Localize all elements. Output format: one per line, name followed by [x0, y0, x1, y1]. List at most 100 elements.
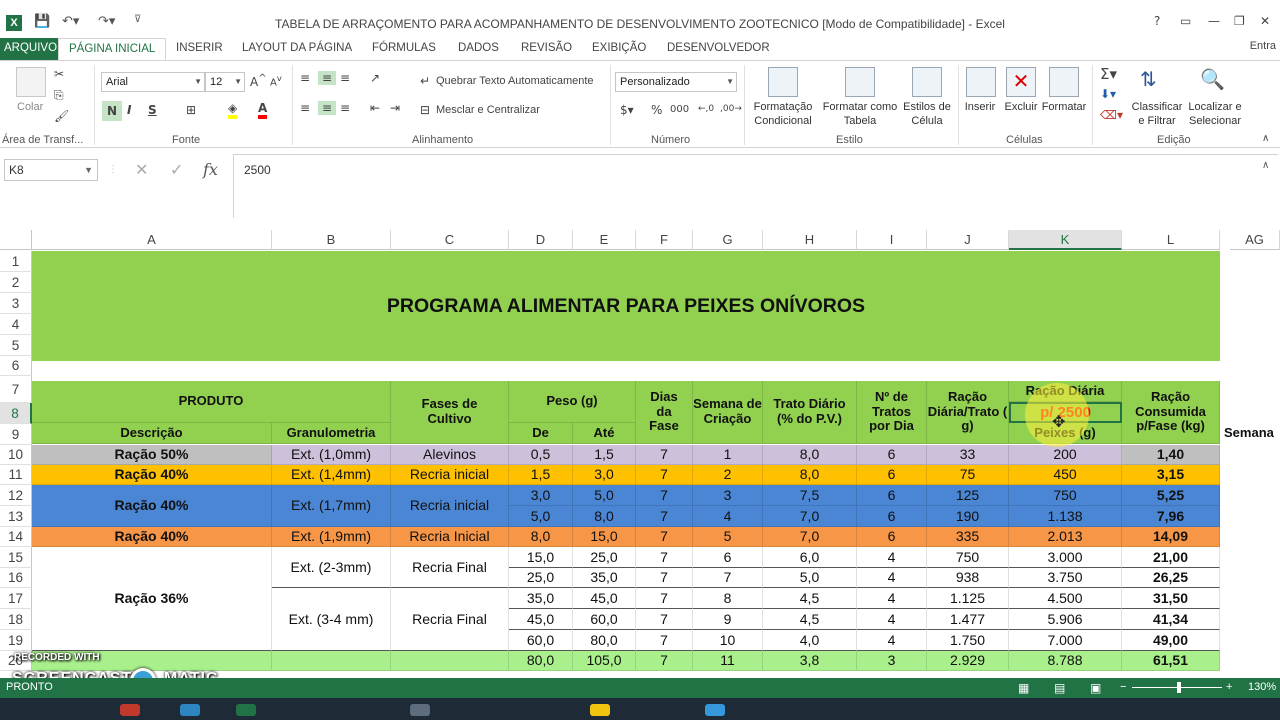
cell-b20[interactable] [272, 651, 391, 671]
cell-h17[interactable]: 4,5 [763, 588, 857, 609]
cell-i10[interactable]: 6 [857, 445, 927, 465]
row-header-6[interactable]: 6 [0, 356, 32, 376]
row-header-2[interactable]: 2 [0, 272, 32, 293]
cell-a15[interactable]: Ração 36% [32, 547, 272, 651]
header-ntratos[interactable]: Nº de Tratos por Dia [857, 381, 927, 444]
cell-b17[interactable]: Ext. (3-4 mm) [272, 588, 391, 651]
tab-formulas[interactable]: FÓRMULAS [362, 38, 446, 60]
cell-f15[interactable]: 7 [636, 547, 693, 568]
format-cells-button[interactable]: Formatar [1040, 100, 1088, 114]
delete-cells-icon[interactable]: ✕ [1006, 67, 1036, 97]
header-consumida[interactable]: Ração Consumida p/Fase (kg) [1122, 381, 1220, 444]
orientation-icon[interactable]: ↗ [370, 71, 380, 85]
maximize-button[interactable]: ❐ [1234, 14, 1245, 28]
cell-f10[interactable]: 7 [636, 445, 693, 465]
cell-f18[interactable]: 7 [636, 609, 693, 630]
align-center-icon[interactable]: ≡ [318, 101, 336, 115]
column-header-g[interactable]: G [693, 230, 763, 250]
cell-i19[interactable]: 4 [857, 630, 927, 651]
cell-l20[interactable]: 61,51 [1122, 651, 1220, 671]
borders-icon[interactable]: ⊞ [186, 103, 196, 117]
cell-g17[interactable]: 8 [693, 588, 763, 609]
cell-h18[interactable]: 4,5 [763, 609, 857, 630]
cell-f17[interactable]: 7 [636, 588, 693, 609]
column-header-f[interactable]: F [636, 230, 693, 250]
cell-k18[interactable]: 5.906 [1009, 609, 1122, 630]
cell-i15[interactable]: 4 [857, 547, 927, 568]
cell-styles-button[interactable]: Estilos de Célula [898, 100, 956, 128]
cell-e20[interactable]: 105,0 [573, 651, 636, 671]
zoom-slider-thumb[interactable] [1177, 682, 1181, 693]
cell-k14[interactable]: 2.013 [1009, 527, 1122, 547]
cell-g20[interactable]: 11 [693, 651, 763, 671]
cell-e16[interactable]: 35,0 [573, 568, 636, 588]
cell-h11[interactable]: 8,0 [763, 465, 857, 485]
page-break-icon[interactable]: ▣ [1090, 681, 1101, 695]
cell-f19[interactable]: 7 [636, 630, 693, 651]
copy-icon[interactable]: ⎘ [54, 88, 64, 103]
page-layout-icon[interactable]: ▤ [1054, 681, 1065, 695]
cell-j11[interactable]: 75 [927, 465, 1009, 485]
tab-pagina-inicial[interactable]: PÁGINA INICIAL [58, 38, 167, 60]
format-cells-icon[interactable] [1049, 67, 1079, 97]
cell-i12[interactable]: 6 [857, 485, 927, 506]
cell-g11[interactable]: 2 [693, 465, 763, 485]
cell-i17[interactable]: 4 [857, 588, 927, 609]
header-produto[interactable]: PRODUTO [32, 381, 391, 423]
select-all-corner[interactable] [0, 230, 32, 250]
cell-j17[interactable]: 1.125 [927, 588, 1009, 609]
font-size-select[interactable]: 12 ▼ [205, 72, 245, 92]
cell-b15[interactable]: Ext. (2-3mm) [272, 547, 391, 588]
cell-g15[interactable]: 6 [693, 547, 763, 568]
cell-g10[interactable]: 1 [693, 445, 763, 465]
cell-l14[interactable]: 14,09 [1122, 527, 1220, 547]
cell-c14[interactable]: Recria Inicial [391, 527, 509, 547]
column-header-i[interactable]: I [857, 230, 927, 250]
cell-f11[interactable]: 7 [636, 465, 693, 485]
taskbar-excel-icon[interactable] [236, 704, 256, 716]
row-header-8[interactable]: 8 [0, 403, 32, 424]
insert-cells-button[interactable]: Inserir [960, 100, 1000, 114]
expand-formula-icon[interactable]: ∧ [1262, 160, 1269, 171]
shrink-font-icon[interactable]: Av [270, 73, 282, 88]
cell-f20[interactable]: 7 [636, 651, 693, 671]
zoom-in-icon[interactable]: + [1226, 681, 1232, 693]
cell-a11[interactable]: Ração 40% [32, 465, 272, 485]
row-header-9[interactable]: 9 [0, 424, 32, 445]
cell-a10[interactable]: Ração 50% [32, 445, 272, 465]
row-header-13[interactable]: 13 [0, 506, 32, 527]
header-ate[interactable]: Até [573, 423, 636, 444]
header-descricao[interactable]: Descrição [32, 423, 272, 444]
paste-button[interactable]: Colar [17, 101, 43, 113]
cell-d19[interactable]: 60,0 [509, 630, 573, 651]
cell-f14[interactable]: 7 [636, 527, 693, 547]
row-header-17[interactable]: 17 [0, 588, 32, 609]
cell-g19[interactable]: 10 [693, 630, 763, 651]
close-button[interactable]: ✕ [1260, 14, 1270, 28]
cell-d20[interactable]: 80,0 [509, 651, 573, 671]
header-trato[interactable]: Trato Diário (% do P.V.) [763, 381, 857, 444]
cell-c10[interactable]: Alevinos [391, 445, 509, 465]
name-box[interactable]: K8 ▼ [4, 159, 98, 181]
tab-exibicao[interactable]: EXIBIÇÃO [582, 38, 656, 60]
ribbon-display-button[interactable]: ▭ [1180, 14, 1191, 28]
row-header-10[interactable]: 10 [0, 445, 32, 465]
merge-center-button[interactable]: Mesclar e Centralizar [436, 104, 540, 116]
autosum-icon[interactable]: Σ▾ [1100, 65, 1117, 83]
row-header-4[interactable]: 4 [0, 314, 32, 335]
cell-h16[interactable]: 5,0 [763, 568, 857, 588]
align-middle-icon[interactable]: ≡ [318, 71, 336, 85]
cell-c11[interactable]: Recria inicial [391, 465, 509, 485]
thousands-button[interactable]: 000 [670, 104, 689, 115]
minimize-button[interactable]: — [1208, 14, 1220, 28]
cell-h14[interactable]: 7,0 [763, 527, 857, 547]
column-header-h[interactable]: H [763, 230, 857, 250]
cell-h13[interactable]: 7,0 [763, 506, 857, 527]
number-format-select[interactable]: Personalizado ▼ [615, 72, 737, 92]
cell-i18[interactable]: 4 [857, 609, 927, 630]
cell-k19[interactable]: 7.000 [1009, 630, 1122, 651]
row-header-1[interactable]: 1 [0, 251, 32, 272]
italic-button[interactable]: I [127, 103, 131, 117]
cell-h15[interactable]: 6,0 [763, 547, 857, 568]
cell-j16[interactable]: 938 [927, 568, 1009, 588]
